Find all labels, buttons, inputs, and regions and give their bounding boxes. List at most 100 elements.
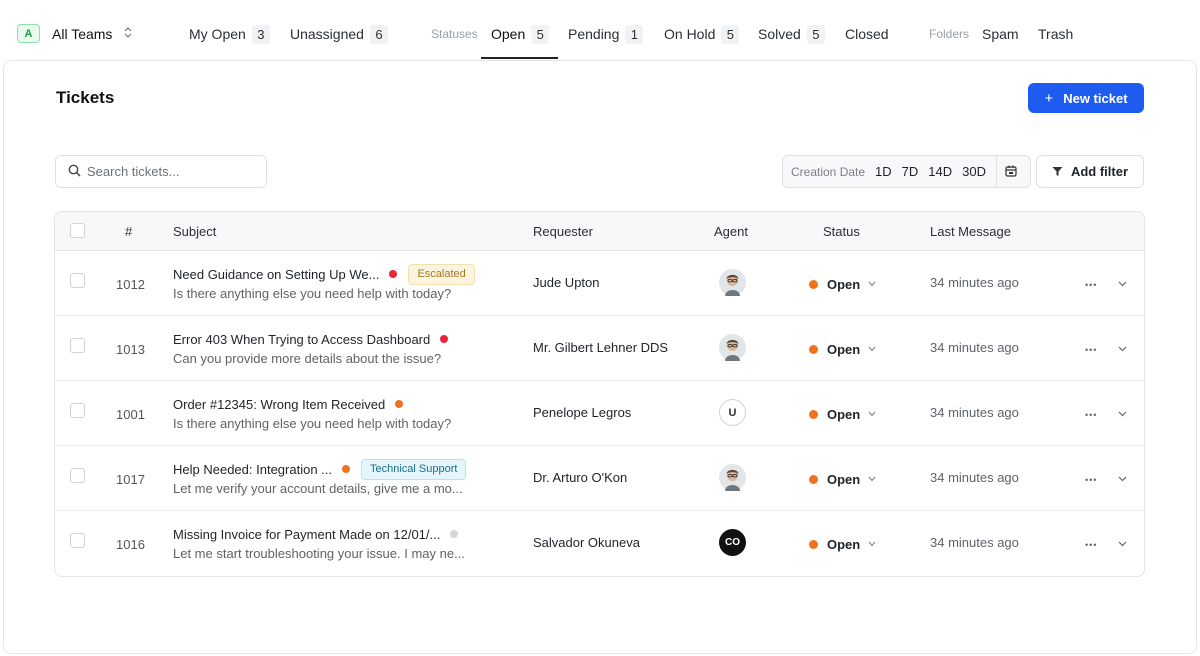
ticket-subject-text: Missing Invoice for Payment Made on 12/0… — [173, 526, 441, 542]
status-label: Open — [827, 472, 861, 487]
status-dropdown[interactable]: Open — [809, 537, 876, 552]
search-input[interactable] — [87, 164, 257, 179]
requester-name[interactable]: Penelope Legros — [533, 405, 631, 420]
ticket-preview: Is there anything else you need help wit… — [173, 286, 452, 301]
tab-label: My Open — [189, 26, 246, 42]
tab-label: Solved — [758, 26, 801, 42]
tab-solved[interactable]: Solved 5 — [758, 24, 825, 44]
expand-chevron-icon[interactable] — [1118, 474, 1127, 485]
table-row[interactable]: 1017 Help Needed: Integration ... Technica… — [55, 446, 1144, 511]
tab-count: 6 — [369, 24, 388, 44]
tab-label: Trash — [1038, 26, 1074, 42]
tab-count: 3 — [251, 24, 270, 44]
tab-on-hold[interactable]: On Hold 5 — [664, 24, 740, 44]
last-message-time: 34 minutes ago — [930, 275, 1019, 290]
requester-name[interactable]: Dr. Arturo O'Kon — [533, 470, 627, 485]
tab-count: 5 — [806, 24, 825, 44]
last-message-time: 34 minutes ago — [930, 535, 1019, 550]
ticket-subject[interactable]: Help Needed: Integration ... Technical Su… — [173, 458, 467, 480]
status-dot — [809, 540, 818, 549]
date-option-30d[interactable]: 30D — [962, 164, 986, 179]
tab-unassigned[interactable]: Unassigned 6 — [290, 24, 388, 44]
search-box[interactable] — [55, 155, 267, 188]
row-checkbox[interactable] — [70, 403, 85, 418]
row-checkbox[interactable] — [70, 338, 85, 353]
header-status[interactable]: Status — [823, 224, 860, 239]
table-row[interactable]: 1012 Need Guidance on Setting Up We... Esc… — [55, 251, 1144, 316]
table-row[interactable]: 1016 Missing Invoice for Payment Made on … — [55, 511, 1144, 576]
date-option-1d[interactable]: 1D — [875, 164, 892, 179]
row-checkbox[interactable] — [70, 533, 85, 548]
tab-my-open[interactable]: My Open 3 — [189, 24, 270, 44]
new-ticket-button[interactable]: + New ticket — [1028, 83, 1144, 113]
filter-icon — [1052, 167, 1063, 176]
header-agent[interactable]: Agent — [714, 224, 748, 239]
status-dropdown[interactable]: Open — [809, 472, 876, 487]
header-requester[interactable]: Requester — [533, 224, 593, 239]
date-option-14d[interactable]: 14D — [928, 164, 952, 179]
chevron-updown-icon — [124, 26, 132, 41]
tab-label: Spam — [982, 26, 1019, 42]
expand-chevron-icon[interactable] — [1118, 279, 1127, 290]
status-dropdown[interactable]: Open — [809, 407, 876, 422]
select-all-checkbox[interactable] — [70, 223, 85, 238]
ticket-preview: Can you provide more details about the i… — [173, 351, 442, 366]
status-dot — [809, 475, 818, 484]
status-dot — [809, 280, 818, 289]
agent-avatar[interactable]: U — [719, 399, 746, 426]
status-dot — [809, 345, 818, 354]
team-selector[interactable]: A All Teams — [17, 24, 132, 43]
ticket-subject-text: Help Needed: Integration ... — [173, 461, 332, 477]
ticket-subject[interactable]: Error 403 When Trying to Access Dashboar… — [173, 330, 449, 348]
agent-avatar[interactable] — [719, 269, 746, 296]
tab-count: 5 — [531, 24, 550, 44]
more-icon[interactable]: ••• — [1085, 345, 1097, 355]
date-option-7d[interactable]: 7D — [902, 164, 919, 179]
tab-pending[interactable]: Pending 1 — [568, 24, 644, 44]
requester-name[interactable]: Salvador Okuneva — [533, 535, 640, 550]
top-nav: A All Teams My Open 3 Unassigned 6 Statu… — [0, 0, 1200, 62]
agent-avatar[interactable] — [719, 334, 746, 361]
status-dropdown[interactable]: Open — [809, 342, 876, 357]
calendar-icon[interactable] — [1005, 164, 1017, 180]
tab-spam[interactable]: Spam — [982, 24, 1019, 44]
ticket-subject[interactable]: Missing Invoice for Payment Made on 12/0… — [173, 525, 459, 543]
search-icon — [68, 164, 81, 180]
ticket-number: 1016 — [116, 537, 145, 552]
status-dropdown[interactable]: Open — [809, 277, 876, 292]
more-icon[interactable]: ••• — [1085, 280, 1097, 290]
priority-dot — [395, 400, 404, 408]
expand-chevron-icon[interactable] — [1118, 539, 1127, 550]
table-row[interactable]: 1013 Error 403 When Trying to Access Dash… — [55, 316, 1144, 381]
ticket-preview: Let me start troubleshooting your issue.… — [173, 546, 465, 561]
expand-chevron-icon[interactable] — [1118, 344, 1127, 355]
more-icon[interactable]: ••• — [1085, 540, 1097, 550]
row-checkbox[interactable] — [70, 468, 85, 483]
requester-name[interactable]: Jude Upton — [533, 275, 600, 290]
tickets-table: # Subject Requester Agent Status Last Me… — [54, 211, 1145, 577]
ticket-number: 1001 — [116, 407, 145, 422]
row-checkbox[interactable] — [70, 273, 85, 288]
add-filter-button[interactable]: Add filter — [1036, 155, 1144, 188]
tab-label: On Hold — [664, 26, 716, 42]
table-row[interactable]: 1001 Order #12345: Wrong Item Received Is … — [55, 381, 1144, 446]
header-last-message[interactable]: Last Message — [930, 224, 1011, 239]
plus-icon: + — [1044, 89, 1054, 107]
tab-open[interactable]: Open 5 — [491, 24, 550, 44]
requester-name[interactable]: Mr. Gilbert Lehner DDS — [533, 340, 668, 355]
priority-dot — [450, 530, 459, 538]
header-subject[interactable]: Subject — [173, 224, 216, 239]
priority-dot — [389, 270, 398, 278]
tab-label: Open — [491, 26, 526, 42]
tab-closed[interactable]: Closed — [845, 24, 889, 44]
ticket-subject[interactable]: Need Guidance on Setting Up We... Escalat… — [173, 263, 475, 285]
expand-chevron-icon[interactable] — [1118, 409, 1127, 420]
agent-avatar[interactable]: CO — [719, 529, 746, 556]
more-icon[interactable]: ••• — [1085, 410, 1097, 420]
agent-avatar[interactable] — [719, 464, 746, 491]
add-filter-label: Add filter — [1070, 164, 1129, 179]
tab-count: 1 — [625, 24, 644, 44]
tab-trash[interactable]: Trash — [1038, 24, 1073, 44]
more-icon[interactable]: ••• — [1085, 475, 1097, 485]
ticket-subject[interactable]: Order #12345: Wrong Item Received — [173, 395, 404, 413]
